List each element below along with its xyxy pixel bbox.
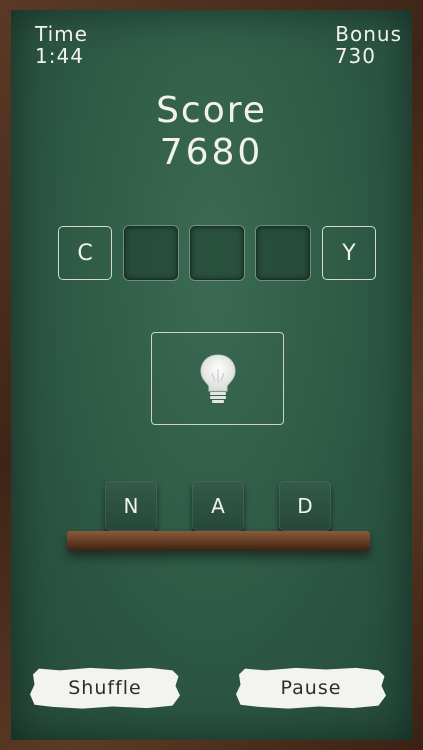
answer-slot[interactable] [190, 226, 244, 280]
score-value: 7680 [159, 132, 264, 173]
pause-button[interactable]: Pause [236, 667, 386, 709]
shuffle-button-label: Shuffle [68, 677, 142, 699]
score-label: Score [156, 90, 267, 131]
answer-slot[interactable]: Y [322, 226, 376, 280]
bonus-label: Bonus [335, 22, 402, 46]
lightbulb-icon [199, 353, 236, 403]
answer-slot[interactable] [124, 226, 178, 280]
answer-slot[interactable]: C [58, 226, 112, 280]
shuffle-button[interactable]: Shuffle [30, 667, 180, 709]
letter-tile[interactable]: D [279, 481, 331, 531]
time-label: Time [35, 22, 88, 46]
time-value: 1:44 [35, 44, 84, 68]
bonus-value: 730 [334, 44, 376, 68]
hint-button[interactable] [151, 332, 284, 425]
answer-slot[interactable] [256, 226, 310, 280]
pause-button-label: Pause [280, 677, 342, 699]
letter-tile[interactable]: N [105, 481, 157, 531]
letter-tile[interactable]: A [192, 481, 244, 531]
chalkboard: Time 1:44 Bonus 730 Score 7680 C Y N A D [11, 10, 412, 740]
tile-shelf [67, 531, 370, 551]
